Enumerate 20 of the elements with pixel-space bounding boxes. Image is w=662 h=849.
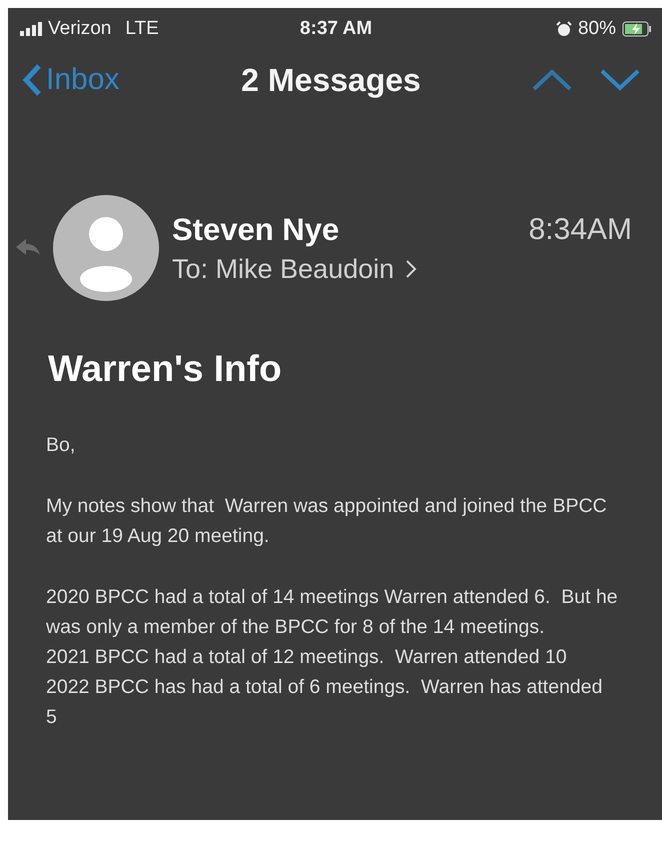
body-text: 2020 BPCC had a total of 14 meetings Warren attended 6. But he was only a member of the BPCC for 8 of the 14 meetings. [46,585,618,640]
reply-icon [16,239,40,257]
message-time: 8:34AM [528,212,632,246]
back-chevron-icon [22,63,42,97]
body-text: Bo, [46,433,76,458]
recipient-link[interactable]: To: Mike Beaudoin [172,254,394,284]
body-text: 2022 BPCC has had a total of 6 meetings. Warren has attended 5 [46,675,604,730]
email-subject: Warren's Info [48,348,283,390]
network-label: LTE [125,18,159,40]
battery-charging-icon [622,21,652,37]
sender-name: Steven Nye [172,212,340,248]
screen-title: 2 Messages [241,62,421,98]
chevron-icon [406,260,418,278]
body-text: My notes show that Warren was appointed and joined the BPCC at our 19 Aug 20 meeting. [46,494,608,549]
body-text: 2021 BPCC had a total of 12 meetings. Warren attended 10 [46,645,568,670]
alarm-icon [556,21,572,37]
battery-percent: 80% [578,18,616,40]
signal-icon [20,22,42,36]
carrier-label: Verizon [48,18,112,40]
clock: 8:37 AM [300,18,372,40]
